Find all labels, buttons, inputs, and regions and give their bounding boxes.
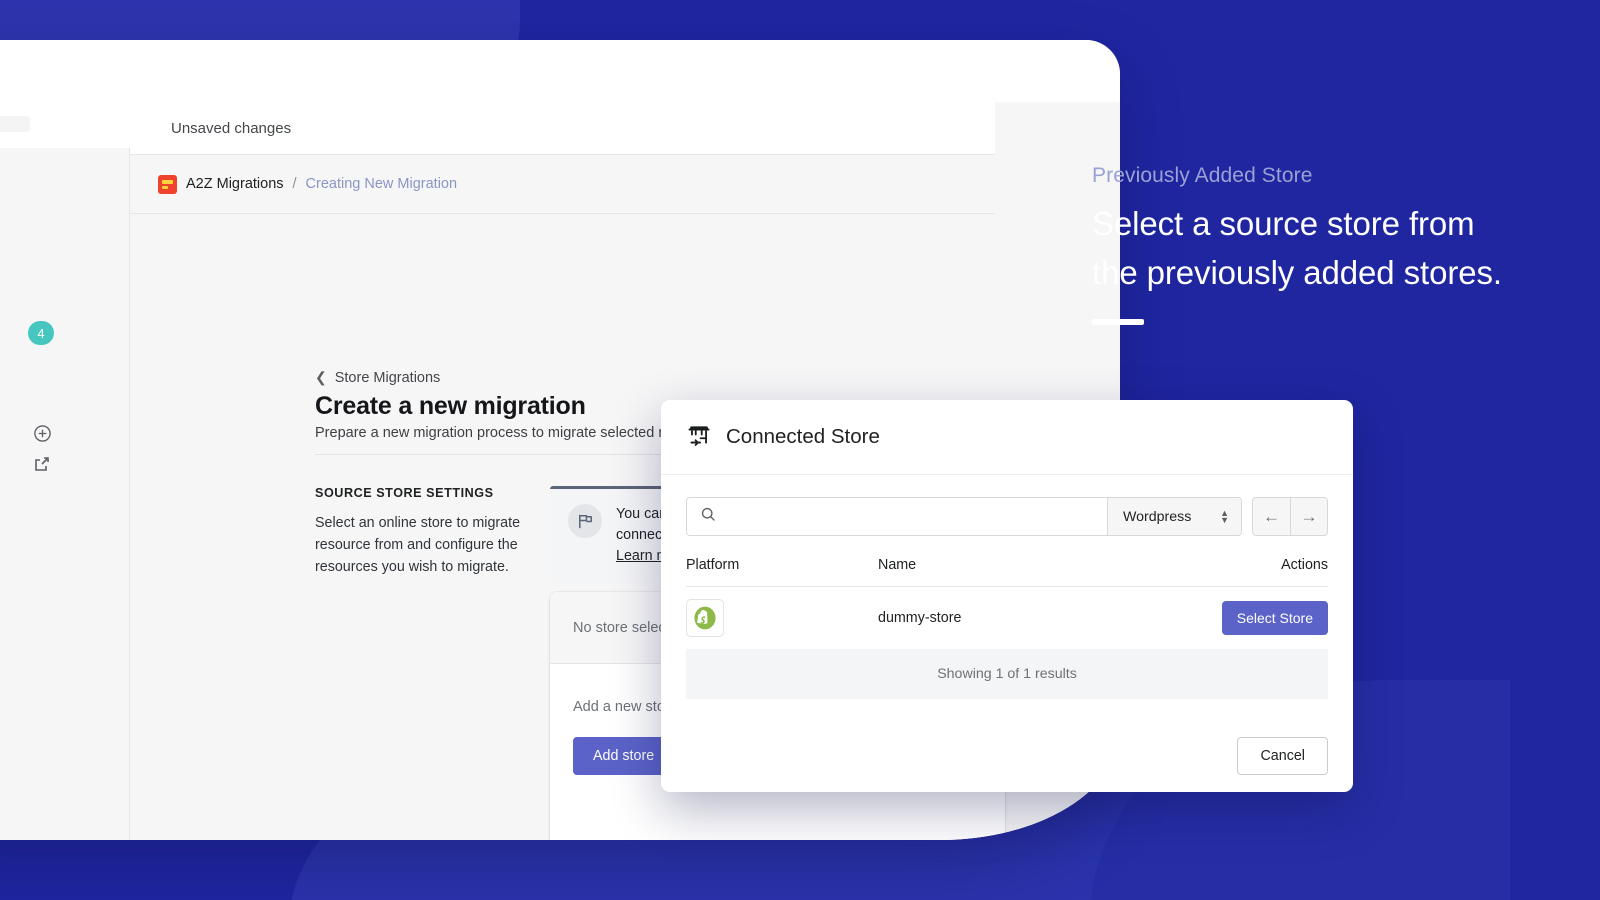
- chevron-left-icon: ❮: [315, 369, 327, 385]
- storefront-import-icon: [686, 422, 712, 453]
- breadcrumb-separator: /: [292, 176, 297, 192]
- sidebar-header: [0, 102, 130, 148]
- breadcrumb-app-name[interactable]: A2Z Migrations: [186, 176, 284, 192]
- mockup-chrome-bar: [0, 40, 1120, 102]
- flag-icon: [568, 504, 602, 538]
- unsaved-changes-label: Unsaved changes: [171, 119, 292, 137]
- plus-circle-icon[interactable]: [33, 424, 52, 448]
- table-header: Platform Name Actions: [686, 557, 1328, 587]
- cancel-button[interactable]: Cancel: [1237, 737, 1328, 775]
- promo-headline: Select a source store from the previousl…: [1092, 205, 1502, 291]
- sidebar-logo-placeholder: [0, 116, 30, 132]
- sidebar: 4 s ers ts ELS tore: [0, 102, 130, 840]
- search-field[interactable]: [687, 498, 1107, 535]
- unsaved-changes-bar: Unsaved changes: [130, 102, 995, 155]
- connected-store-modal: Connected Store Wordpress ▲ ▼ ← → Platfo…: [661, 400, 1353, 792]
- modal-header: Connected Store: [661, 400, 1353, 475]
- table-row: dummy-store Select Store: [686, 587, 1328, 649]
- results-summary: Showing 1 of 1 results: [686, 649, 1328, 699]
- stepper-updown-icon: ▲ ▼: [1220, 507, 1229, 525]
- column-header-actions: Actions: [1281, 557, 1328, 573]
- search-bar: Wordpress ▲ ▼: [686, 497, 1242, 536]
- source-store-settings-label: SOURCE STORE SETTINGS: [315, 486, 494, 500]
- promo-underline: [1092, 319, 1144, 325]
- column-header-name: Name: [878, 557, 917, 573]
- pagination: ← →: [1252, 497, 1328, 536]
- back-link-label: Store Migrations: [334, 369, 441, 386]
- platform-filter-value: Wordpress: [1123, 508, 1192, 525]
- breadcrumb-current: Creating New Migration: [305, 176, 458, 192]
- promo-panel: Previously Added Store Select a source s…: [1092, 164, 1522, 325]
- arrow-left-icon[interactable]: ←: [1252, 497, 1290, 536]
- page-title: Create a new migration: [315, 392, 586, 420]
- a2z-app-icon: [158, 174, 177, 194]
- promo-eyebrow: Previously Added Store: [1092, 164, 1313, 187]
- arrow-right-icon[interactable]: →: [1290, 497, 1328, 536]
- shopify-logo-icon: [686, 599, 724, 637]
- modal-footer: Cancel: [1237, 737, 1328, 775]
- add-store-button[interactable]: Add store: [573, 737, 675, 775]
- external-link-icon[interactable]: [32, 454, 52, 479]
- search-input[interactable]: [727, 498, 1107, 535]
- row-store-name: dummy-store: [878, 610, 962, 626]
- sidebar-badge-count: 4: [28, 321, 54, 345]
- platform-filter-select[interactable]: Wordpress ▲ ▼: [1107, 498, 1241, 535]
- column-header-platform: Platform: [686, 557, 740, 573]
- back-to-store-migrations-link[interactable]: ❮ Store Migrations: [315, 369, 440, 386]
- modal-title: Connected Store: [726, 425, 880, 448]
- modal-toolbar: Wordpress ▲ ▼ ← →: [661, 475, 1353, 536]
- source-store-settings-description: Select an online store to migrate resour…: [315, 515, 521, 575]
- select-store-button[interactable]: Select Store: [1221, 601, 1328, 635]
- breadcrumb: A2Z Migrations / Creating New Migration: [130, 155, 995, 214]
- search-icon: [700, 506, 717, 528]
